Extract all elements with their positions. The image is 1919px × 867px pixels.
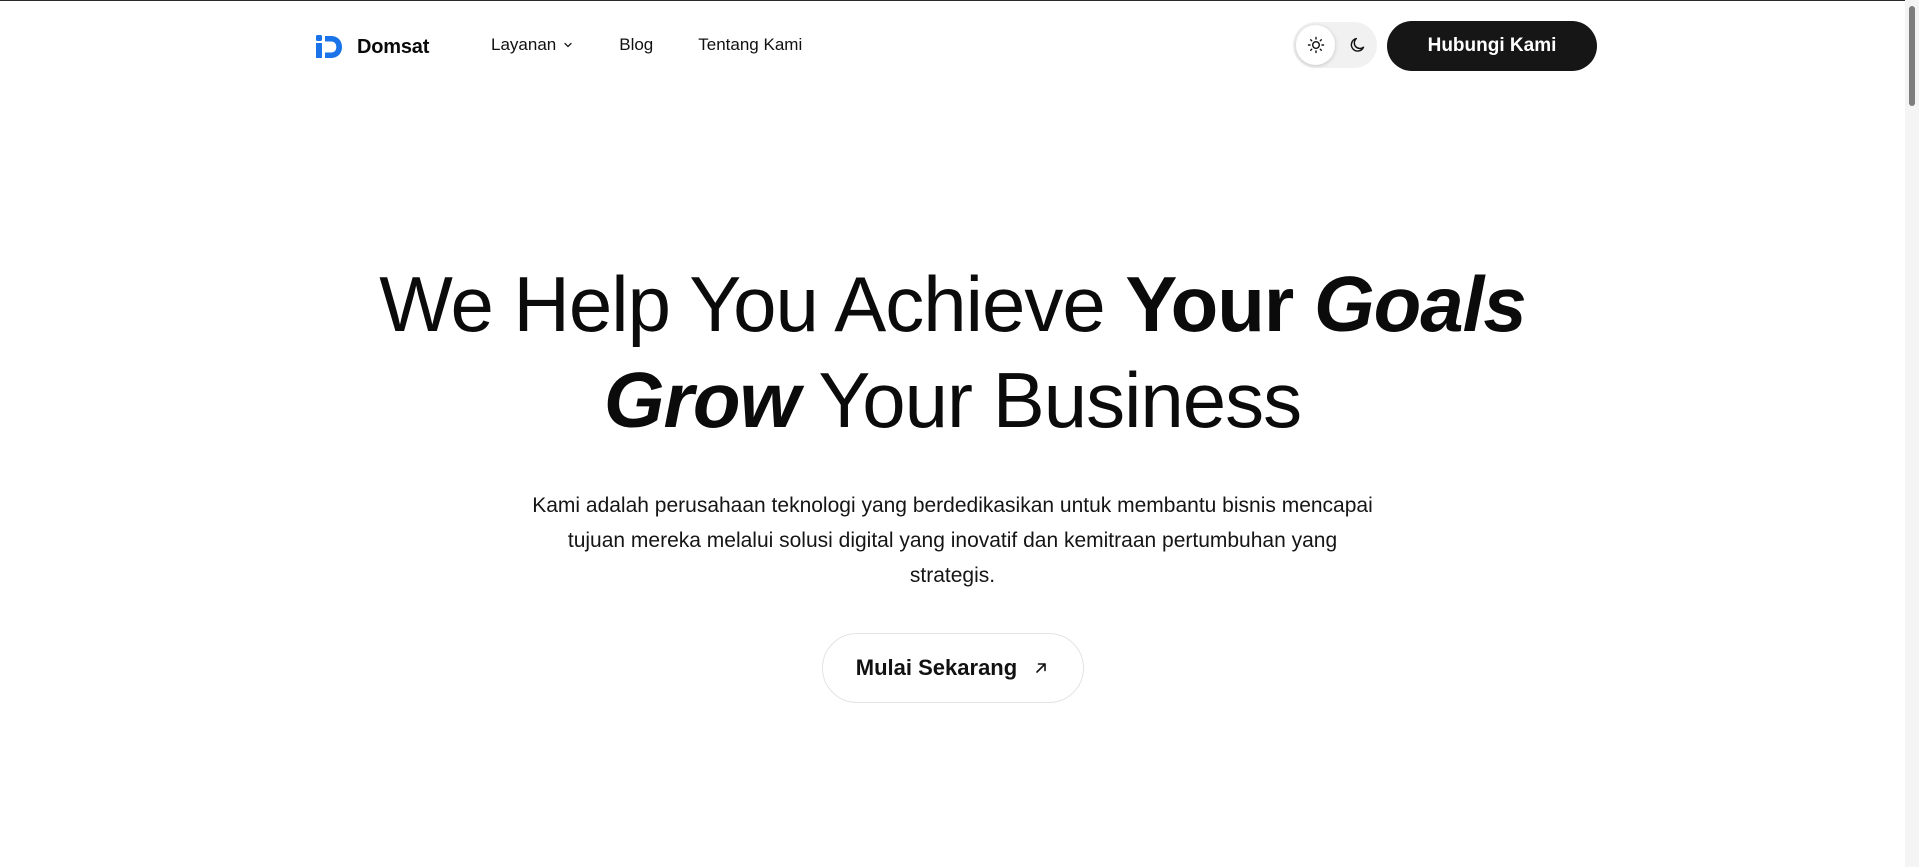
nav-item-blog[interactable]: Blog	[619, 35, 653, 55]
nav-item-label: Layanan	[491, 35, 557, 54]
hero-section: We Help You Achieve Your Goals Grow Your…	[0, 256, 1905, 703]
dark-mode-button[interactable]	[1338, 25, 1377, 65]
arrow-up-right-icon	[1036, 663, 1046, 673]
headline-line-1: We Help You Achieve Your Goals	[379, 260, 1527, 348]
get-started-button[interactable]: Mulai Sekarang	[821, 633, 1084, 703]
headline-text-regular: We Help You Achieve	[379, 260, 1126, 348]
brand-logo-link[interactable]: Domsat	[315, 33, 429, 61]
light-mode-button[interactable]	[1296, 25, 1335, 65]
headline-text-bold: Your	[1125, 260, 1314, 348]
domsat-logo-icon	[316, 35, 342, 58]
headline-text-grow: Grow	[603, 356, 800, 444]
contact-us-button[interactable]: Hubungi Kami	[1387, 21, 1597, 71]
get-started-label: Mulai Sekarang	[855, 655, 1018, 680]
chevron-down-icon	[564, 42, 572, 48]
brand-name: Domsat	[357, 35, 430, 58]
headline-text-goals: Goals	[1313, 260, 1527, 348]
hero-subtitle: Kami adalah perusahaan teknologi yang be…	[532, 494, 1373, 587]
headline-text-business: Your Business	[799, 356, 1302, 444]
theme-toggle	[1293, 22, 1377, 68]
nav-item-tentang-kami[interactable]: Tentang Kami	[698, 35, 802, 55]
page-scrollbar[interactable]	[1905, 0, 1919, 867]
scrollbar-thumb[interactable]	[1909, 6, 1915, 106]
nav-item-layanan[interactable]: Layanan	[491, 35, 574, 55]
hero-headline: We Help You Achieve Your Goals Grow Your…	[0, 256, 1905, 448]
site-header: Domsat Layanan Blog Tentang Kami Hubungi…	[0, 0, 1905, 92]
moon-icon	[1350, 37, 1364, 52]
sun-icon	[1307, 36, 1324, 54]
headline-line-2: Grow Your Business	[603, 356, 1302, 444]
main-nav: Layanan Blog Tentang Kami	[491, 35, 802, 55]
